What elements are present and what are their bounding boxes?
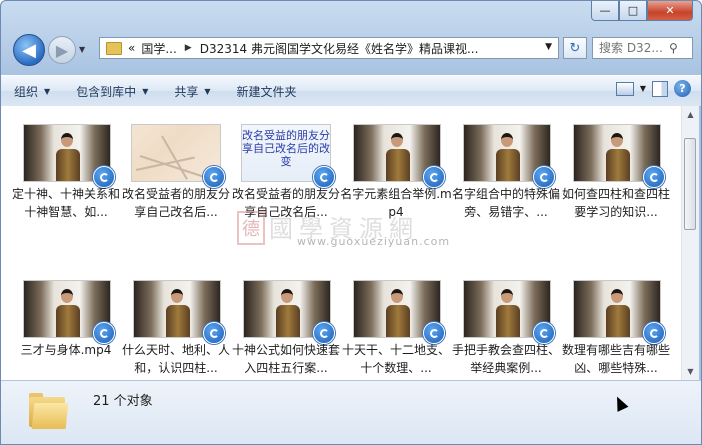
- item-count: 21 个对象: [93, 394, 153, 409]
- file-name: 名字组合中的特殊偏旁、易错字、...: [451, 187, 560, 219]
- command-bar: 组织 ▼ 包含到库中 ▼ 共享 ▼ 新建文件夹 ▼ ?: [1, 75, 701, 107]
- folder-icon: [29, 393, 69, 429]
- navigation-bar: ◀ ▶ ▼ « 国学... ▶ D32314 弗元阁国学文化易经《姓名学》精品课…: [1, 30, 701, 70]
- file-name: 定十神、十神关系和十神智慧、如...: [11, 187, 120, 219]
- chevron-down-icon: ▼: [44, 86, 51, 96]
- breadcrumb-item[interactable]: 国学...: [141, 40, 176, 57]
- new-folder-button[interactable]: 新建文件夹: [224, 77, 310, 105]
- minimize-button[interactable]: —: [591, 1, 619, 21]
- file-name: 数理有哪些吉有哪些凶、哪些特殊...: [561, 343, 670, 375]
- chevron-down-icon: ▼: [142, 86, 149, 96]
- address-bar[interactable]: « 国学... ▶ D32314 弗元阁国学文化易经《姓名学》精品课视... ▼: [99, 37, 559, 59]
- explorer-window: — □ ✕ ◀ ▶ ▼ « 国学... ▶ D32314 弗元阁国学文化易经《姓…: [0, 0, 702, 445]
- vertical-scrollbar[interactable]: ▲ ▼: [681, 106, 699, 380]
- file-name: 改名受益者的朋友分享自己改名后...: [121, 187, 230, 219]
- close-button[interactable]: ✕: [647, 1, 693, 21]
- organize-menu[interactable]: 组织 ▼: [1, 77, 63, 105]
- file-name: 名字元素组合举例.mp4: [340, 187, 452, 219]
- change-view-icon[interactable]: [615, 81, 634, 96]
- scroll-down-button[interactable]: ▼: [682, 363, 699, 380]
- scrollbar-thumb[interactable]: [684, 138, 696, 230]
- chevron-down-icon[interactable]: ▼: [545, 42, 552, 52]
- chevron-right-icon[interactable]: ▶: [185, 43, 192, 53]
- share-menu[interactable]: 共享 ▼: [161, 77, 223, 105]
- file-list: 定十神、十神关系和十神智慧、如... 改名受益者的朋友分享自己改名后... 改名受益…: [1, 106, 681, 380]
- search-box[interactable]: ⚲: [592, 37, 693, 59]
- chevron-down-icon[interactable]: ▼: [640, 84, 646, 93]
- folder-icon: [106, 41, 122, 55]
- preview-pane-icon[interactable]: [652, 80, 668, 97]
- breadcrumb-current[interactable]: D32314 弗元阁国学文化易经《姓名学》精品课视...: [200, 40, 479, 57]
- recent-pages-dropdown-icon[interactable]: ▼: [79, 45, 85, 54]
- window-controls: — □ ✕: [591, 1, 693, 21]
- file-name: 三才与身体.mp4: [20, 343, 112, 357]
- file-name: 手把手教会查四柱、举经典案例...: [451, 343, 560, 375]
- maximize-button[interactable]: □: [619, 1, 647, 21]
- file-name: 十天干、十二地支、十个数理、...: [341, 343, 450, 375]
- breadcrumb-overflow[interactable]: «: [128, 41, 135, 55]
- forward-button[interactable]: ▶: [48, 36, 76, 64]
- scroll-up-button[interactable]: ▲: [682, 106, 699, 123]
- include-in-library-menu[interactable]: 包含到库中 ▼: [63, 77, 161, 105]
- refresh-button[interactable]: ↻: [563, 37, 587, 59]
- file-name: 什么天时、地利、人和，认识四柱...: [121, 343, 230, 375]
- search-icon[interactable]: ⚲: [669, 41, 678, 55]
- search-input[interactable]: [599, 41, 669, 55]
- back-button[interactable]: ◀: [13, 34, 45, 66]
- details-pane: 21 个对象: [1, 380, 701, 444]
- help-icon[interactable]: ?: [674, 80, 691, 97]
- file-name: 十神公式如何快速套入四柱五行案...: [231, 343, 340, 375]
- file-name: 改名受益者的朋友分享自己改名后...: [231, 187, 340, 219]
- chevron-down-icon: ▼: [204, 86, 211, 96]
- file-name: 如何查四柱和查四柱要学习的知识...: [561, 187, 670, 219]
